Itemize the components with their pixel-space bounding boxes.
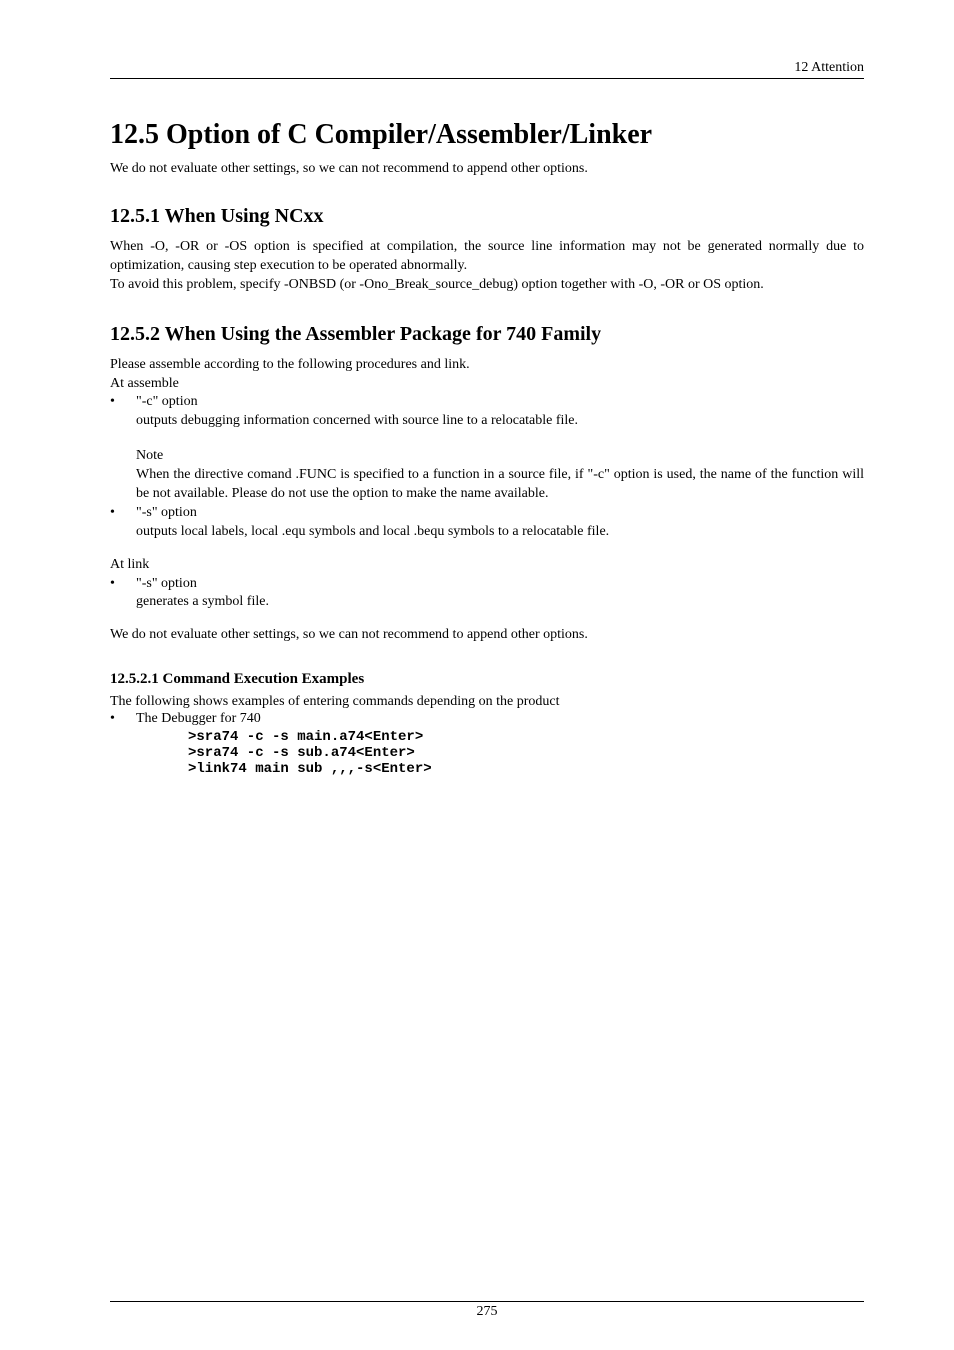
note-label: Note	[136, 447, 864, 466]
bullet-icon: •	[110, 710, 136, 729]
footer: 275	[110, 1301, 864, 1320]
bullet-icon: •	[110, 504, 136, 523]
bullet-icon: •	[110, 575, 136, 594]
bullet-3-desc: generates a symbol file.	[136, 593, 864, 612]
cmd-heading: 12.5.2.1 Command Execution Examples	[110, 671, 864, 688]
intro-text: We do not evaluate other settings, so we…	[110, 161, 864, 177]
section-1-heading: 12.5.1 When Using NCxx	[110, 205, 864, 228]
cmd-line-3: >link74 main sub ,,,-s<Enter>	[188, 761, 864, 777]
section-2-intro1: Please assemble according to the followi…	[110, 356, 864, 375]
bullet-3-label: "-s" option	[136, 575, 864, 594]
page-title: 12.5 Option of C Compiler/Assembler/Link…	[110, 119, 864, 151]
section-2-intro2: At assemble	[110, 375, 864, 394]
cmd-bullet: • The Debugger for 740	[110, 710, 864, 729]
section-1-body: When -O, -OR or -OS option is specified …	[110, 238, 864, 295]
bullet-1-desc: outputs debugging information concerned …	[136, 412, 864, 431]
cmd-bullet-label: The Debugger for 740	[136, 710, 864, 729]
note-block: Note When the directive comand .FUNC is …	[136, 447, 864, 504]
section-2-heading: 12.5.2 When Using the Assembler Package …	[110, 323, 864, 346]
header-rule	[110, 78, 864, 79]
bullet-3: • "-s" option generates a symbol file.	[110, 575, 864, 613]
at-link-label: At link	[110, 556, 864, 575]
section-2-outro: We do not evaluate other settings, so we…	[110, 626, 864, 645]
note-text: When the directive comand .FUNC is speci…	[136, 466, 864, 504]
bullet-icon: •	[110, 393, 136, 412]
bullet-2: • "-s" option outputs local labels, loca…	[110, 504, 864, 542]
cmd-line-1: >sra74 -c -s main.a74<Enter>	[188, 729, 864, 745]
bullet-1: • "-c" option outputs debugging informat…	[110, 393, 864, 431]
cmd-intro: The following shows examples of entering…	[110, 694, 864, 710]
footer-rule	[110, 1301, 864, 1302]
bullet-1-label: "-c" option	[136, 393, 864, 412]
bullet-2-label: "-s" option	[136, 504, 864, 523]
bullet-2-desc: outputs local labels, local .equ symbols…	[136, 523, 864, 542]
header-label: 12 Attention	[110, 60, 864, 76]
cmd-line-2: >sra74 -c -s sub.a74<Enter>	[188, 745, 864, 761]
page-number: 275	[110, 1304, 864, 1320]
